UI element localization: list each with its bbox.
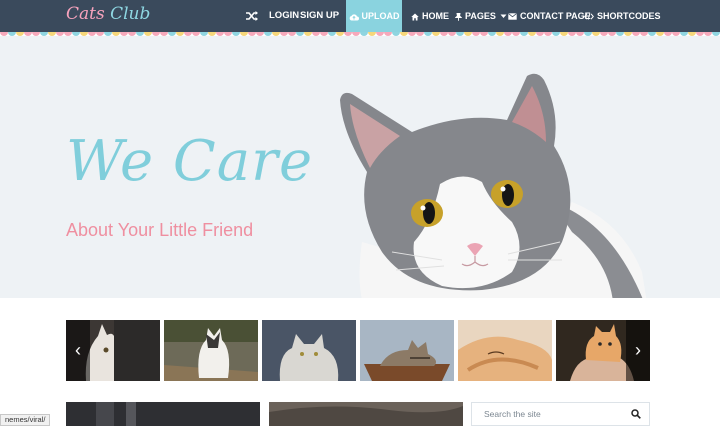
nav-shortcodes-label: SHORTCODES: [597, 11, 661, 21]
nav-contact-label: CONTACT PAGE: [520, 11, 591, 21]
home-icon: [411, 13, 419, 21]
cat-thumbnail-5[interactable]: [458, 320, 552, 381]
upload-label: UPLOAD: [361, 11, 400, 21]
nav-home[interactable]: HOME: [411, 0, 449, 32]
shuffle-icon[interactable]: [245, 9, 259, 23]
post-image-2[interactable]: [269, 402, 463, 426]
upload-button[interactable]: UPLOAD: [346, 0, 402, 32]
signup-link[interactable]: SIGN UP: [300, 0, 339, 32]
status-bar-url: nemes/viral/: [0, 414, 51, 426]
cat-thumbnail-4[interactable]: [360, 320, 454, 381]
search-box: [471, 402, 650, 426]
pin-icon: [455, 12, 462, 21]
hero-subtitle: About Your Little Friend: [66, 220, 254, 240]
caret-down-icon: [500, 14, 507, 19]
post-image-1[interactable]: [66, 402, 260, 426]
nav-pages[interactable]: PAGES: [455, 0, 507, 32]
nav-pages-label: PAGES: [465, 11, 496, 21]
cat-hero-image: [340, 73, 647, 298]
top-nav: Cats Club LOGIN SIGN UP UPLOAD HOME PAGE…: [0, 0, 720, 32]
thumbnail-carousel: ‹ ›: [66, 320, 650, 381]
nav-shortcodes[interactable]: SHORTCODES: [584, 0, 661, 32]
chevron-right-icon: ›: [635, 340, 641, 360]
site-logo[interactable]: Cats Club: [66, 4, 150, 24]
page: Cats Club LOGIN SIGN UP UPLOAD HOME PAGE…: [0, 0, 720, 426]
carousel-prev-button[interactable]: ‹: [66, 320, 90, 381]
cat-thumbnail-2[interactable]: [164, 320, 258, 381]
nav-contact[interactable]: CONTACT PAGE: [508, 0, 591, 32]
cloud-upload-icon: [349, 14, 359, 21]
logo-word-club: Club: [110, 4, 151, 24]
scallop-border: [0, 32, 720, 40]
carousel-next-button[interactable]: ›: [626, 320, 650, 381]
search-icon[interactable]: [631, 409, 641, 419]
nav-home-label: HOME: [422, 11, 449, 21]
hero-title: We Care: [66, 129, 314, 194]
code-icon: [584, 13, 594, 20]
hero-banner: We Care About Your Little Friend: [0, 36, 720, 298]
logo-word-cats: Cats: [66, 4, 105, 24]
search-input[interactable]: [472, 403, 622, 425]
chevron-left-icon: ‹: [75, 340, 81, 360]
login-link[interactable]: LOGIN: [269, 0, 299, 32]
envelope-icon: [508, 13, 517, 20]
cat-thumbnail-3[interactable]: [262, 320, 356, 381]
